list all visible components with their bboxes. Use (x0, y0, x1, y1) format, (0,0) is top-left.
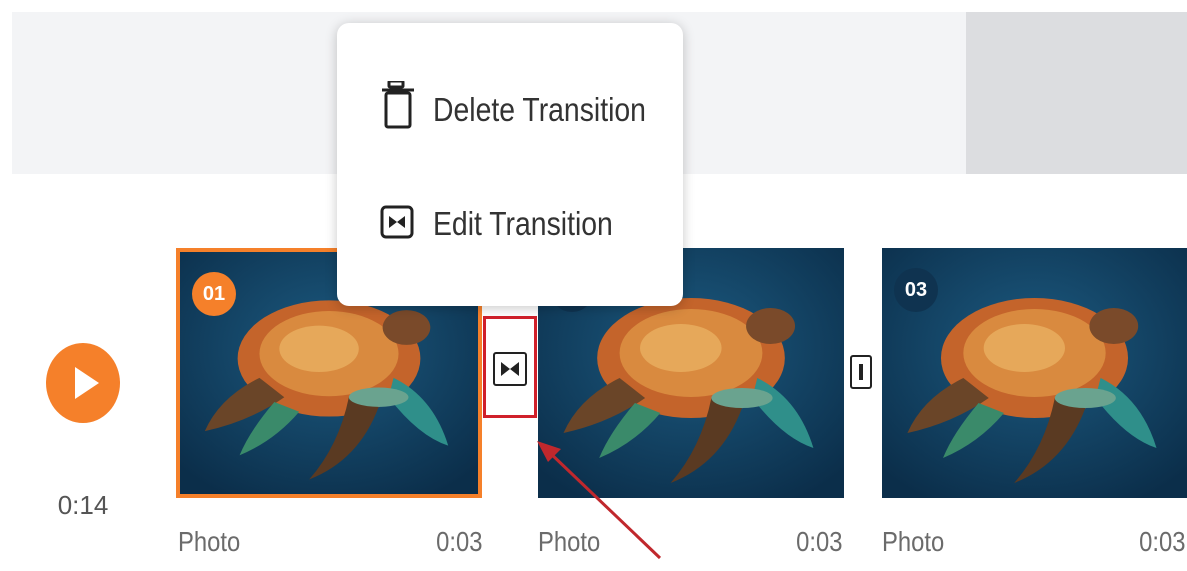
clip-number-badge: 01 (192, 272, 236, 316)
bowtie-transition-icon (380, 205, 414, 239)
edit-transition-menu-item[interactable]: Edit Transition (337, 183, 683, 263)
clip-duration: 0:03 (1138, 526, 1185, 557)
clip-duration: 0:03 (795, 526, 842, 557)
clip-type-label: Photo (178, 526, 241, 557)
transition-context-menu: Delete Transition Edit Transition (337, 23, 683, 306)
transition-button-2[interactable] (850, 355, 872, 389)
bowtie-transition-icon (501, 362, 519, 376)
play-button[interactable] (46, 343, 120, 423)
trash-icon (382, 81, 414, 129)
clip-number-badge: 03 (894, 268, 938, 312)
timeline-clip-3[interactable]: 03 (882, 248, 1187, 498)
total-duration: 0:14 (57, 490, 109, 520)
clip-duration: 0:03 (435, 526, 482, 557)
play-icon (75, 367, 99, 399)
clip-type-label: Photo (538, 526, 601, 557)
preview-side-panel (966, 12, 1187, 174)
clip-type-label: Photo (882, 526, 945, 557)
delete-transition-label: Delete Transition (433, 91, 646, 128)
edit-transition-label: Edit Transition (433, 205, 613, 242)
transition-button-1[interactable] (493, 352, 527, 386)
cut-transition-icon (859, 364, 863, 380)
delete-transition-menu-item[interactable]: Delete Transition (337, 69, 683, 149)
